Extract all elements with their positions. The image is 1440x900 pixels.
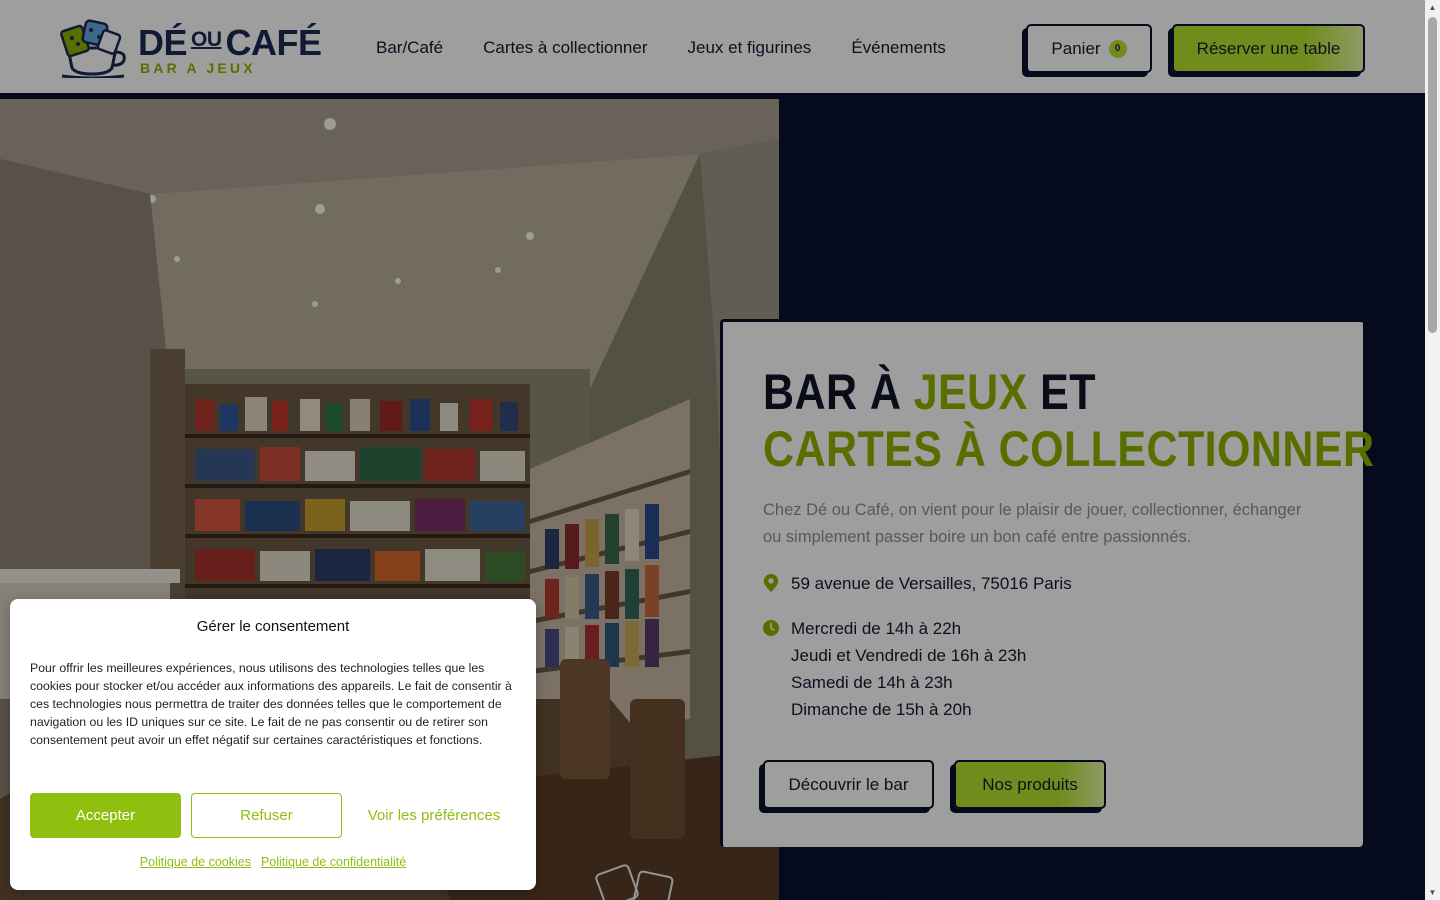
consent-text: Pour offrir les meilleures expériences, … [30, 661, 512, 747]
scrollbar-thumb[interactable] [1428, 17, 1437, 333]
consent-policy-links: Politique de cookies Politique de confid… [10, 855, 536, 869]
consent-title: Gérer le consentement [196, 618, 350, 635]
view-preferences-button[interactable]: Voir les préférences [354, 793, 514, 838]
accept-button[interactable]: Accepter [30, 793, 181, 838]
cookie-policy-link[interactable]: Politique de cookies [140, 855, 251, 869]
refuse-button[interactable]: Refuser [191, 793, 342, 838]
cookie-consent-dialog: Gérer le consentement Pour offrir les me… [10, 599, 536, 890]
privacy-policy-link[interactable]: Politique de confidentialité [261, 855, 406, 869]
scroll-up-arrow-icon[interactable]: ▲ [1428, 3, 1437, 12]
scroll-down-arrow-icon[interactable]: ▼ [1428, 888, 1437, 897]
page-scrollbar[interactable]: ▲ ▼ [1425, 0, 1440, 900]
